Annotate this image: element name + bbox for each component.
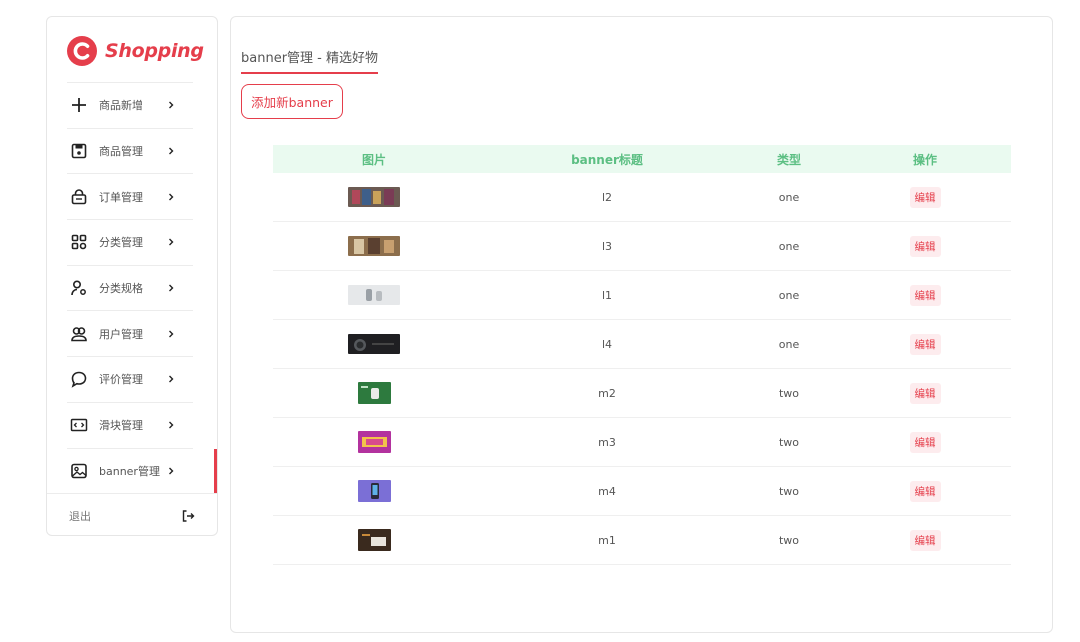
chevron-right-icon [169,284,174,292]
plus-icon [69,95,89,115]
sidebar-item-label: 商品新增 [99,99,143,113]
banner-thumbnail [348,187,400,207]
c-logo-icon [67,36,97,66]
logout-label: 退出 [69,509,91,523]
banner-title: m1 [598,533,616,547]
banner-type: one [778,337,800,351]
sidebar-item-label: 滑块管理 [99,419,143,433]
banner-thumbnail [357,431,391,453]
chevron-right-icon [169,193,174,201]
column-header-title: banner标题 [571,152,643,167]
logout-button[interactable]: 退出 [47,493,217,537]
banner-thumbnail [348,285,400,305]
bag-icon [69,187,89,207]
chevron-right-icon [169,467,174,475]
logout-icon [182,510,195,522]
banner-type: two [778,533,800,547]
table-row: m2 two 编辑 [273,369,1011,418]
banner-title: l4 [601,337,613,351]
sidebar-item-product-add[interactable]: 商品新增 [67,82,193,128]
table-header: 图片 banner标题 类型 操作 [273,145,1011,173]
banner-thumbnail [348,236,400,256]
chevron-right-icon [169,147,174,155]
sidebar-item-label: 分类管理 [99,236,143,250]
column-header-action: 操作 [912,152,937,167]
sidebar-item-label: 用户管理 [99,327,143,341]
table-row: m4 two 编辑 [273,467,1011,516]
main-panel: banner管理 - 精选好物 添加新banner 图片 banner标题 类型… [230,16,1053,633]
edit-button[interactable]: 编辑 [909,236,941,257]
banner-title: m2 [598,386,616,400]
sidebar-item-product-manage[interactable]: 商品管理 [67,127,193,174]
banner-type: two [778,435,800,449]
banner-title: m3 [598,435,616,449]
sidebar-item-label: banner管理 [99,464,160,478]
edit-button[interactable]: 编辑 [909,432,941,453]
sidebar-item-category-spec[interactable]: 分类规格 [67,264,193,311]
banner-type: one [778,239,800,253]
banner-thumbnail [348,334,400,354]
chevron-right-icon [169,421,174,429]
add-banner-button[interactable]: 添加新banner [241,84,343,119]
banner-table: 图片 banner标题 类型 操作 l2 one 编辑 l3 one 编辑 l1… [273,145,1011,565]
chevron-right-icon [169,330,174,338]
chevron-right-icon [169,375,174,383]
edit-button[interactable]: 编辑 [909,481,941,502]
chevron-right-icon [169,238,174,246]
sidebar-item-order-manage[interactable]: 订单管理 [67,173,193,219]
table-row: m1 two 编辑 [273,516,1011,565]
sidebar-item-category-manage[interactable]: 分类管理 [67,219,193,265]
sidebar-menu: 商品新增 商品管理 订单管理 分类管理 分类规格 用户管理 评价管理 滑块管理 … [67,82,217,494]
table-row: l3 one 编辑 [273,222,1011,271]
sidebar-item-slider-manage[interactable]: 滑块管理 [67,401,193,448]
banner-thumbnail [357,382,391,404]
user-location-icon [69,278,89,298]
sidebar-item-review-manage[interactable]: 评价管理 [67,356,193,402]
banner-title: m4 [598,484,616,498]
sidebar-item-label: 订单管理 [99,190,143,204]
edit-button[interactable]: 编辑 [909,530,941,551]
banner-type: one [778,190,800,204]
column-header-image: 图片 [361,152,386,167]
edit-button[interactable]: 编辑 [909,285,941,306]
sidebar-item-banner-manage[interactable]: banner管理 [67,447,217,494]
table-row: l4 one 编辑 [273,320,1011,369]
table-row: l1 one 编辑 [273,271,1011,320]
banner-type: one [778,288,800,302]
banner-thumbnail [357,529,391,551]
sidebar-item-label: 商品管理 [99,145,143,159]
sidebar: Shopping 商品新增 商品管理 订单管理 分类管理 分类规格 用户管理 评… [46,16,218,536]
banner-thumbnail [357,480,391,502]
edit-button[interactable]: 编辑 [909,383,941,404]
banner-title: l1 [601,288,613,302]
image-icon [69,461,89,481]
edit-button[interactable]: 编辑 [909,187,941,208]
banner-title: l2 [601,190,613,204]
sidebar-item-label: 分类规格 [99,282,143,296]
table-row: l2 one 编辑 [273,173,1011,222]
brand-name: Shopping [105,40,204,62]
banner-title: l3 [601,239,613,253]
banner-type: two [778,484,800,498]
column-header-type: 类型 [776,152,801,167]
sidebar-item-user-manage[interactable]: 用户管理 [67,310,193,356]
brand-logo[interactable]: Shopping [67,35,204,67]
code-icon [69,415,89,435]
users-icon [69,324,89,344]
table-row: m3 two 编辑 [273,418,1011,467]
save-icon [69,141,89,161]
grid-icon [69,232,89,252]
comment-icon [69,369,89,389]
edit-button[interactable]: 编辑 [909,334,941,355]
chevron-right-icon [169,101,174,109]
banner-type: two [778,386,800,400]
sidebar-item-label: 评价管理 [99,373,143,387]
page-title: banner管理 - 精选好物 [241,47,378,74]
